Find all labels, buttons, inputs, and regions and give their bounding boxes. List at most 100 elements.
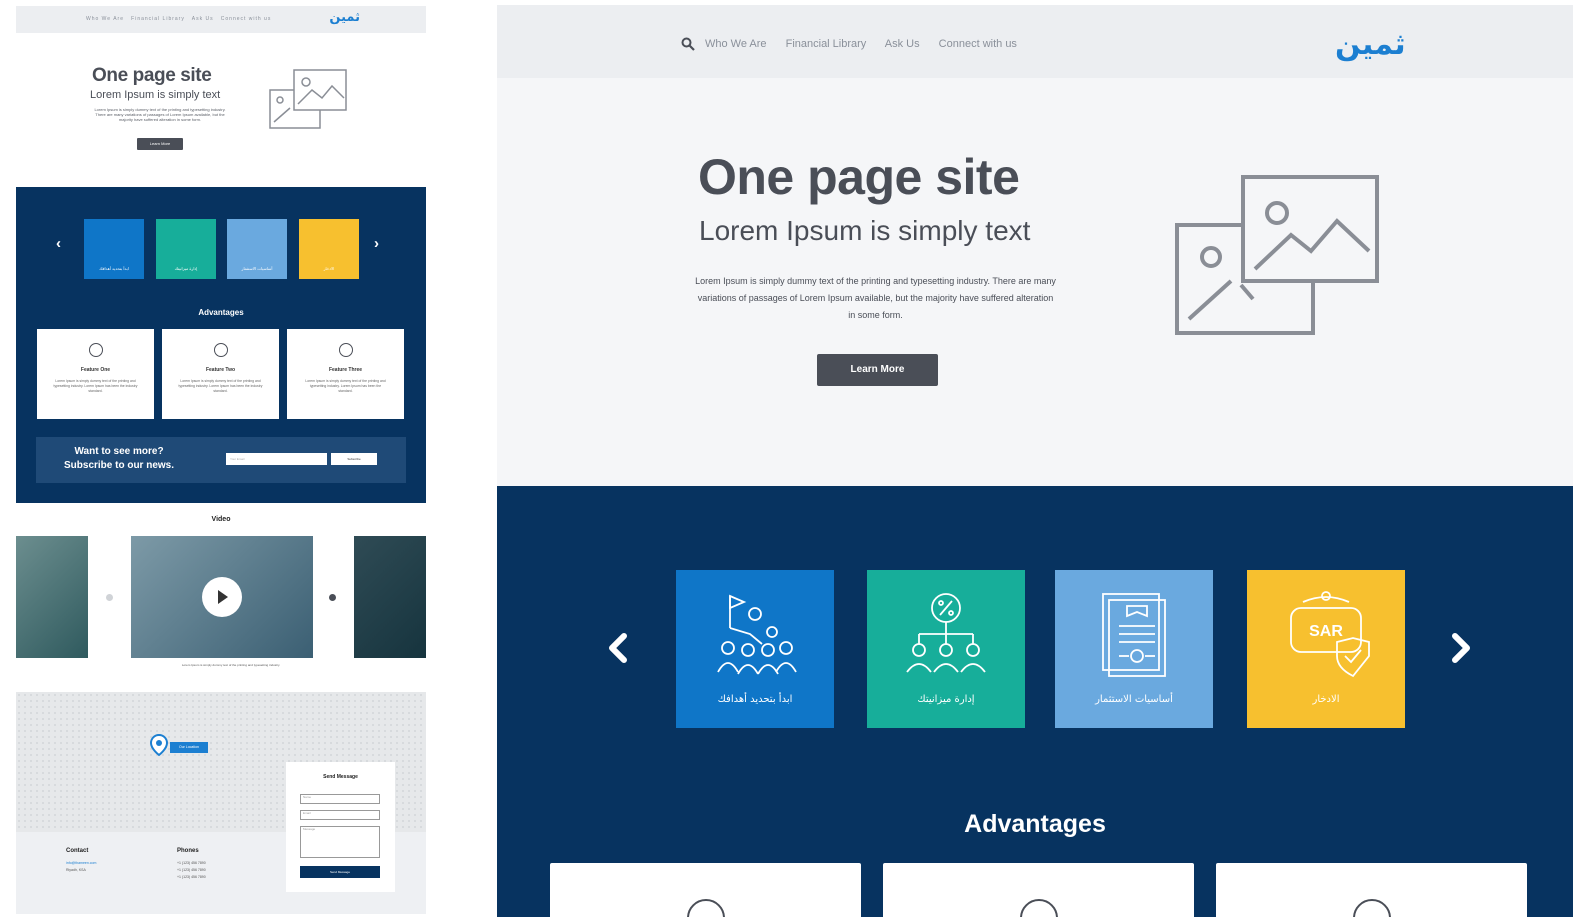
preview-hero-subtitle: Lorem Ipsum is simply text [90,89,221,101]
feature-circle-icon [1352,899,1391,917]
preview-feature-card: Feature Two Lorem Ipsum is simply dummy … [162,329,279,419]
preview-hero-body: Lorem Ipsum is simply dummy text of the … [94,107,226,122]
wallet-sar-icon: SAR [1290,591,1370,678]
preview-feature-card: Feature Three Lorem Ipsum is simply dumm… [287,329,404,419]
full-page-preview: Who We Are Financial Library Ask Us Conn… [16,6,426,914]
site-logo[interactable]: ثمين [1335,27,1406,62]
play-icon[interactable] [202,577,242,617]
preview-carousel-dot[interactable] [106,594,113,601]
preview-feature-body: Lorem Ipsum is simply dummy text of the … [178,379,263,393]
tile-goals[interactable]: ابدأ بتحديد أهدافك [676,570,834,728]
preview-next-arrow-icon[interactable]: › [374,235,379,252]
hero-title: One page site [698,149,1020,205]
tile-savings[interactable]: SAR الادخار [1247,570,1405,728]
preview-nav-bar: Who We Are Financial Library Ask Us Conn… [16,6,426,33]
nav-links: Who We Are Financial Library Ask Us Conn… [705,38,1033,50]
tile-investment[interactable]: أساسيات الاستثمار [1055,570,1213,728]
preview-tile-label: ابدأ بتحديد أهدافك [99,266,129,271]
video-thumb-image [16,536,88,658]
feature-circle-icon [1019,899,1058,917]
preview-feature-title: Feature One [80,367,111,373]
preview-video-heading: Video [211,516,231,523]
feature-card [883,863,1194,917]
navy-section: ابدأ بتحديد أهدافك إدارة ميزانيتك أساسيا… [497,486,1573,917]
preview-tile-label: إدارة ميزانيتك [174,266,198,271]
preview-nav-links: Who We Are Financial Library Ask Us Conn… [86,16,271,22]
feature-circle-icon [338,343,353,357]
preview-feature-title: Feature Two [205,367,236,373]
hero-subtitle: Lorem Ipsum is simply text [699,215,1031,246]
preview-form-heading: Send Message [323,774,358,780]
preview-nav-link[interactable]: Who We Are [86,16,124,22]
feature-card [550,863,861,917]
preview-phone-line: +1 (123) 456 7890 [177,868,206,872]
zoomed-page-view: Who We Are Financial Library Ask Us Conn… [497,5,1573,917]
preview-subscribe-button[interactable]: Subscribe [331,453,377,465]
preview-form-message-input[interactable]: Message [300,826,380,858]
feature-circle-icon [686,899,725,917]
preview-map-pin-label: Our Location [170,742,208,753]
preview-video-thumb-main[interactable] [131,536,313,658]
preview-feature-body: Lorem Ipsum is simply dummy text of the … [53,379,138,393]
preview-phone-line: +1 (123) 456 7890 [177,861,206,865]
preview-tile[interactable]: الادخار [299,219,359,279]
image-placeholder-icon [1175,175,1379,335]
preview-nav-link[interactable]: Connect with us [221,16,272,22]
goal-people-icon [717,594,797,675]
nav-bar: Who We Are Financial Library Ask Us Conn… [497,5,1573,78]
tile-budget[interactable]: إدارة ميزانيتك [867,570,1025,728]
nav-link-financial-library[interactable]: Financial Library [786,38,867,50]
preview-video-thumb-left[interactable] [16,536,88,658]
certificate-icon [1102,593,1166,677]
tile-label: الادخار [1312,694,1340,705]
preview-contact-line[interactable]: info@thameen.com [66,860,96,867]
preview-form-submit-button[interactable]: Send Message [300,866,380,878]
tile-label: إدارة ميزانيتك [917,694,975,705]
prev-arrow-icon[interactable] [604,628,632,668]
preview-image-placeholder-icon [269,69,347,129]
next-arrow-icon[interactable] [1447,628,1475,668]
preview-hero-title: One page site [92,65,212,86]
preview-advantages-heading: Advantages [198,308,244,317]
preview-feature-body: Lorem Ipsum is simply dummy text of the … [305,379,386,393]
search-icon[interactable] [681,37,695,51]
preview-nav-link[interactable]: Financial Library [131,16,185,22]
feature-card [1216,863,1527,917]
preview-form-email-input[interactable]: Email [300,810,380,820]
preview-logo[interactable]: ثمين [329,10,360,25]
preview-video-caption: Lorem Ipsum is simply dummy text of the … [181,663,281,667]
preview-carousel-dot-active[interactable] [329,594,336,601]
learn-more-button[interactable]: Learn More [817,354,938,386]
preview-tile[interactable]: ابدأ بتحديد أهدافك [84,219,144,279]
preview-prev-arrow-icon[interactable]: ‹ [56,235,61,252]
preview-form-name-input[interactable]: Name [300,794,380,804]
map-pin-icon [150,734,168,756]
preview-phones-heading: Phones [177,848,199,854]
hero-body: Lorem Ipsum is simply dummy text of the … [695,276,1056,320]
tile-label: ابدأ بتحديد أهدافك [717,694,793,705]
preview-feature-title: Feature Three [328,367,363,373]
hero-section: One page site Lorem Ipsum is simply text… [497,78,1573,486]
preview-nav-link[interactable]: Ask Us [192,16,214,22]
feature-circle-icon [213,343,228,357]
advantages-heading: Advantages [964,810,1106,838]
preview-navy-section: ‹ ابدأ بتحديد أهدافك إدارة ميزانيتك أساس… [16,187,426,503]
preview-contact-line: Riyadh, KSA [66,868,86,872]
mockup-stage: Who We Are Financial Library Ask Us Conn… [0,0,1573,917]
preview-learn-more-button[interactable]: Learn More [137,138,183,150]
nav-link-who-we-are[interactable]: Who We Are [705,38,767,50]
preview-tile[interactable]: إدارة ميزانيتك [156,219,216,279]
preview-tile[interactable]: أساسيات الاستثمار [227,219,287,279]
nav-link-connect[interactable]: Connect with us [939,38,1017,50]
percent-network-icon [906,593,986,673]
tile-label: أساسيات الاستثمار [1095,694,1173,705]
preview-video-thumb-right[interactable] [354,536,426,658]
preview-subscribe-input[interactable]: Your Email [226,453,327,465]
preview-hero: One page site Lorem Ipsum is simply text… [16,33,426,187]
nav-link-ask-us[interactable]: Ask Us [885,38,920,50]
preview-phone-line: +1 (123) 456 7890 [177,875,206,879]
preview-tile-label: أساسيات الاستثمار [241,266,273,271]
preview-feature-card: Feature One Lorem Ipsum is simply dummy … [37,329,154,419]
preview-contact-heading: Contact [66,848,89,854]
subscribe-line-2: Subscribe to our news. [64,460,175,471]
